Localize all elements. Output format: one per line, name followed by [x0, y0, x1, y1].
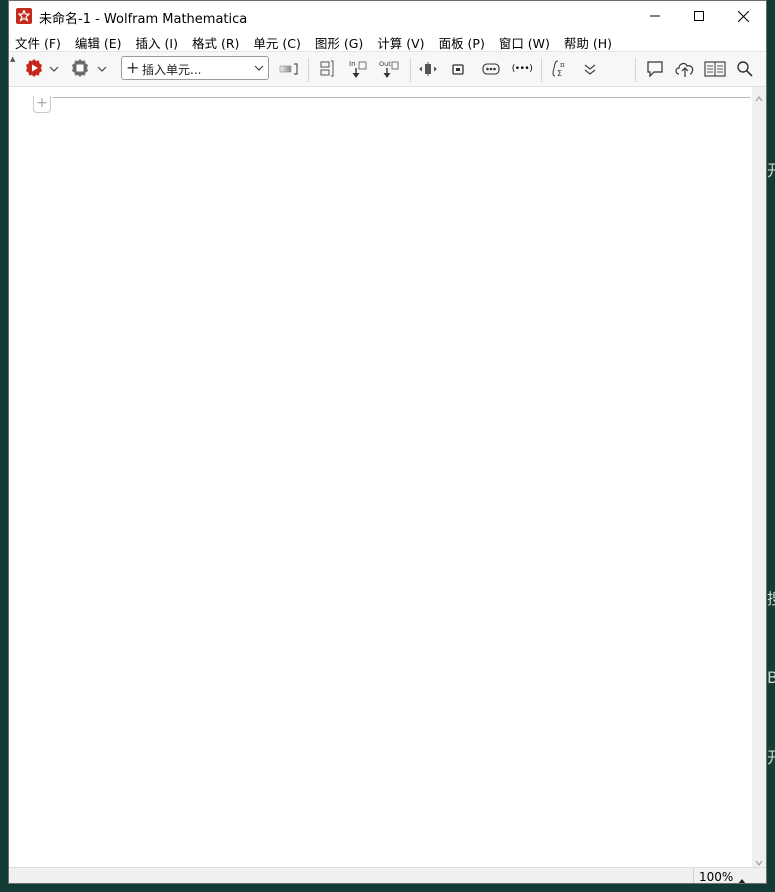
- cloud-upload-icon: [675, 62, 694, 77]
- brackets-button[interactable]: (•••): [509, 57, 535, 81]
- mathematica-logo-icon: [16, 8, 32, 24]
- menu-window[interactable]: 窗口 (W): [492, 31, 557, 51]
- status-bar: 100%: [9, 867, 766, 883]
- math-assistant-button[interactable]: πΣ: [548, 57, 572, 81]
- cell-insertion-line: [53, 97, 750, 98]
- title-bar: 未命名-1 - Wolfram Mathematica: [9, 1, 766, 31]
- minimize-button[interactable]: [632, 1, 678, 31]
- chevron-down-icon: [97, 66, 107, 72]
- frame-button[interactable]: [447, 57, 469, 81]
- input-cell-button[interactable]: In: [346, 57, 370, 81]
- cell-bracket-icon: [279, 63, 298, 75]
- chevron-down-icon: [49, 66, 59, 72]
- evaluate-button[interactable]: [23, 57, 45, 81]
- desktop-text-fragment: B: [767, 670, 775, 686]
- kernel-dropdown-arrow[interactable]: [95, 57, 109, 81]
- documentation-button[interactable]: [702, 57, 728, 81]
- zoom-level[interactable]: 100%: [699, 870, 733, 883]
- book-icon: [704, 61, 726, 77]
- desktop-text-fragment: 搜: [767, 591, 775, 607]
- add-cell-button[interactable]: +: [33, 96, 51, 113]
- double-chevron-down-icon: [584, 64, 596, 75]
- output-cell-icon: Out: [379, 60, 399, 78]
- svg-text:Out: Out: [379, 60, 391, 68]
- comment-button[interactable]: [643, 57, 667, 81]
- mathematica-window: 未命名-1 - Wolfram Mathematica 文件 (F) 编辑 (E…: [8, 0, 767, 884]
- menu-palettes[interactable]: 面板 (P): [432, 31, 492, 51]
- evaluate-dropdown-arrow[interactable]: [47, 57, 61, 81]
- cell-style-button[interactable]: [277, 57, 301, 81]
- svg-text:π: π: [560, 61, 565, 69]
- menu-help[interactable]: 帮助 (H): [557, 31, 619, 51]
- kernel-gear-icon: [70, 58, 90, 81]
- menu-evaluation[interactable]: 计算 (V): [370, 31, 431, 51]
- input-cell-icon: In: [349, 60, 367, 78]
- expand-horizontal-icon: [419, 62, 437, 76]
- svg-text:Σ: Σ: [557, 69, 562, 78]
- toolbar-divider: [635, 58, 636, 82]
- vertical-scrollbar[interactable]: [752, 87, 766, 867]
- svg-text:In: In: [349, 60, 356, 68]
- group-cells-button[interactable]: [316, 57, 338, 81]
- comment-icon: [647, 61, 663, 78]
- integral-sum-icon: πΣ: [552, 60, 565, 78]
- output-cell-button[interactable]: Out: [377, 57, 401, 81]
- insert-cell-dropdown[interactable]: + 插入单元...: [121, 56, 269, 80]
- toolbar-divider: [308, 58, 309, 82]
- more-tools-button[interactable]: [579, 57, 601, 81]
- notebook-area[interactable]: +: [9, 87, 752, 867]
- menu-insert[interactable]: 插入 (I): [129, 31, 185, 51]
- search-button[interactable]: [734, 57, 756, 81]
- evaluate-icon: [24, 58, 44, 81]
- cloud-publish-button[interactable]: [672, 57, 698, 81]
- ellipsis-button[interactable]: [479, 57, 503, 81]
- scroll-up-icon[interactable]: [755, 91, 763, 105]
- chevron-down-icon: [254, 61, 264, 78]
- menu-file[interactable]: 文件 (F): [9, 31, 68, 51]
- kernel-button[interactable]: [68, 57, 92, 81]
- menu-edit[interactable]: 编辑 (E): [68, 31, 129, 51]
- menu-format[interactable]: 格式 (R): [185, 31, 246, 51]
- status-divider: [693, 868, 694, 883]
- toolbar-divider: [410, 58, 411, 82]
- search-icon: [737, 61, 753, 77]
- menu-bar: 文件 (F) 编辑 (E) 插入 (I) 格式 (R) 单元 (C) 图形 (G…: [9, 31, 766, 51]
- toolbar: ▲ + 插入单元... In Out (•••) π Σ: [9, 51, 766, 87]
- group-cells-icon: [320, 60, 334, 77]
- desktop-text-fragment: 开: [767, 163, 775, 179]
- zoom-menu-icon[interactable]: [738, 873, 746, 883]
- insert-cell-label: 插入单元...: [142, 63, 202, 77]
- menu-cell[interactable]: 单元 (C): [246, 31, 307, 51]
- menu-graphics[interactable]: 图形 (G): [308, 31, 370, 51]
- more-icon: [482, 63, 500, 75]
- window-title: 未命名-1 - Wolfram Mathematica: [39, 12, 248, 27]
- close-button[interactable]: [720, 1, 766, 31]
- brackets-icon: (•••): [511, 64, 533, 74]
- plus-icon: +: [126, 58, 140, 77]
- frame-icon: [452, 64, 464, 75]
- desktop-text-fragment: 开: [767, 750, 775, 766]
- collapse-toolbar-icon[interactable]: ▲: [10, 55, 15, 63]
- maximize-button[interactable]: [676, 1, 722, 31]
- expand-horizontal-button[interactable]: [417, 57, 439, 81]
- toolbar-divider: [541, 58, 542, 82]
